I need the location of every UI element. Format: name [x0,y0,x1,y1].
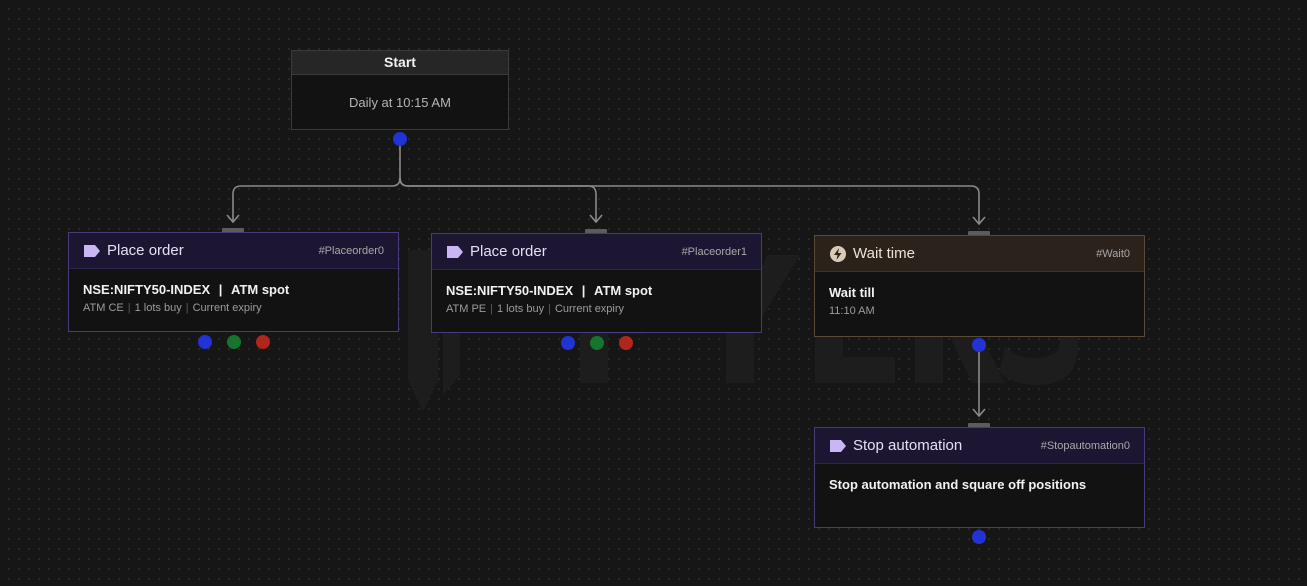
placeorder0-details: ATM CE | 1 lots buy | Current expiry [83,302,262,314]
placeorder1-title: Place order [470,243,547,260]
placeorder1-instrument: NSE:NIFTY50-INDEX [446,283,574,298]
placeorder0-expiry: Current expiry [192,302,262,314]
placeorder1-port-red[interactable] [619,336,633,350]
placeorder1-option: ATM PE [446,303,487,315]
placeorder0-title: Place order [107,242,184,259]
placeorder0-port-blue[interactable] [198,335,212,349]
placeorder1-tag: #Placeorder1 [681,245,747,258]
placeorder1-details: ATM PE | 1 lots buy | Current expiry [446,303,625,315]
placeorder0-node[interactable]: Place order #Placeorder0 NSE:NIFTY50-IND… [68,232,399,332]
tag-icon [447,245,463,258]
placeorder0-port-red[interactable] [256,335,270,349]
wait-tag: #Wait0 [1096,247,1130,260]
wait-title: Wait time [853,245,915,262]
tag-icon [830,439,846,452]
placeorder1-port-green[interactable] [590,336,604,350]
placeorder1-lots: 1 lots buy [497,303,545,315]
placeorder1-instrument-line: NSE:NIFTY50-INDEX | ATM spot [446,283,653,298]
placeorder0-tag: #Placeorder0 [318,244,384,257]
stop-description: Stop automation and square off positions [829,477,1087,492]
wait-label: Wait till [829,285,875,300]
tag-icon [84,244,100,257]
edge-start-placeorder1 [399,177,597,222]
wait-time: 11:10 AM [829,305,875,317]
placeorder1-port-blue[interactable] [561,336,575,350]
stop-output-port[interactable] [972,530,986,544]
placeorder0-strike: ATM spot [231,282,290,297]
stop-node[interactable]: Stop automation #Stopautomation0 Stop au… [814,427,1145,528]
placeorder0-lots: 1 lots buy [134,302,182,314]
wait-node[interactable]: Wait time #Wait0 Wait till 11:10 AM [814,235,1145,337]
start-node[interactable]: Start Daily at 10:15 AM [291,50,509,130]
placeorder1-node[interactable]: Place order #Placeorder1 NSE:NIFTY50-IND… [431,233,762,333]
wait-output-port[interactable] [972,338,986,352]
placeorder0-instrument-line: NSE:NIFTY50-INDEX | ATM spot [83,282,290,297]
stop-tag: #Stopautomation0 [1040,439,1130,452]
placeorder0-option: ATM CE [83,302,124,314]
start-output-port[interactable] [393,132,407,146]
placeorder1-strike: ATM spot [594,283,653,298]
placeorder0-port-green[interactable] [227,335,241,349]
stop-title: Stop automation [853,437,963,454]
start-schedule: Daily at 10:15 AM [349,95,451,110]
placeorder0-instrument: NSE:NIFTY50-INDEX [83,282,211,297]
lightning-icon [830,245,846,262]
placeorder1-expiry: Current expiry [554,303,625,315]
start-title: Start [292,51,508,75]
edge-start-wait [399,177,980,224]
edge-start-placeorder0 [232,146,401,222]
